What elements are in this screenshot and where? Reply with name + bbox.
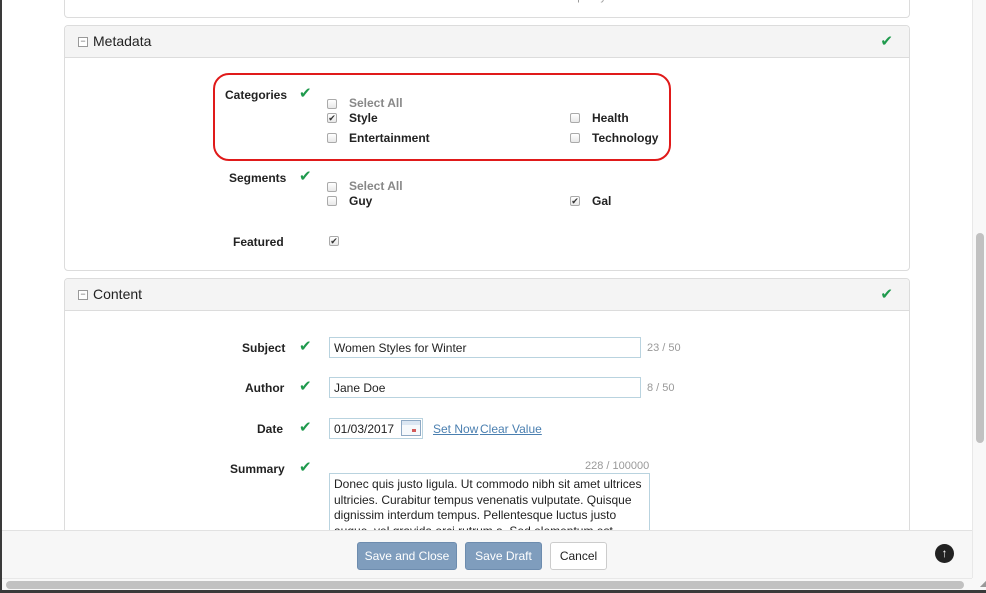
category-entertainment-checkbox[interactable] — [327, 133, 337, 143]
summary-textarea[interactable]: Donec quis justo ligula. Ut commodo nibh… — [329, 473, 650, 530]
categories-select-all-label[interactable]: Select All — [349, 96, 403, 110]
left-rail-note: Default left rail is inherited from Sect… — [329, 0, 745, 3]
valid-check-icon: ✔ — [880, 286, 893, 303]
collapse-icon[interactable]: − — [78, 290, 88, 300]
metadata-title: Metadata — [93, 33, 152, 49]
segment-gal-label[interactable]: Gal — [592, 194, 611, 208]
horizontal-scrollbar-thumb[interactable] — [6, 581, 964, 589]
form-footer: Save and Close Save Draft Cancel ↑ — [2, 530, 972, 578]
form-scroll-area: Default left rail is inherited from Sect… — [2, 0, 972, 530]
content-panel-header[interactable]: − Content ✔ — [65, 279, 909, 311]
segments-select-all-checkbox[interactable] — [327, 182, 337, 192]
featured-checkbox[interactable]: ✔ — [329, 236, 339, 246]
segments-select-all-label[interactable]: Select All — [349, 179, 403, 193]
category-technology-checkbox[interactable] — [570, 133, 580, 143]
save-draft-button[interactable]: Save Draft — [465, 542, 542, 570]
metadata-panel-header[interactable]: − Metadata ✔ — [65, 26, 909, 58]
collapse-icon[interactable]: − — [78, 37, 88, 47]
summary-valid-check-icon: ✔ — [299, 459, 312, 476]
calendar-icon[interactable] — [401, 420, 421, 436]
resize-grip-icon[interactable]: ◢ — [972, 578, 986, 590]
categories-valid-check-icon: ✔ — [299, 85, 312, 102]
clear-value-link[interactable]: Clear Value — [480, 422, 542, 436]
vertical-scrollbar-thumb[interactable] — [976, 233, 984, 443]
set-now-link[interactable]: Set Now — [433, 422, 478, 436]
date-label: Date — [257, 422, 284, 436]
categories-select-all-checkbox[interactable] — [327, 99, 337, 109]
featured-label: Featured — [233, 235, 284, 249]
segments-valid-check-icon: ✔ — [299, 168, 312, 185]
category-health-label[interactable]: Health — [592, 111, 629, 125]
author-valid-check-icon: ✔ — [299, 378, 312, 395]
segment-guy-label[interactable]: Guy — [349, 194, 372, 208]
segments-label: Segments — [229, 171, 287, 185]
content-title: Content — [93, 286, 143, 302]
subject-input[interactable] — [329, 337, 641, 358]
categories-label: Categories — [225, 88, 288, 102]
segment-gal-checkbox[interactable]: ✔ — [570, 196, 580, 206]
metadata-panel: − Metadata ✔ Categories ✔ Select All ✔ S… — [64, 25, 910, 271]
author-input[interactable] — [329, 377, 641, 398]
summary-counter: 228 / 100000 — [585, 460, 650, 472]
category-health-checkbox[interactable] — [570, 113, 580, 123]
subject-counter: 23 / 50 — [647, 342, 681, 354]
summary-label: Summary — [230, 462, 285, 476]
save-and-close-button[interactable]: Save and Close — [357, 542, 457, 570]
author-counter: 8 / 50 — [647, 382, 675, 394]
subject-valid-check-icon: ✔ — [299, 338, 312, 355]
vertical-scrollbar[interactable] — [972, 0, 986, 578]
editor-window: Default left rail is inherited from Sect… — [2, 0, 986, 590]
scroll-to-top-icon[interactable]: ↑ — [935, 544, 954, 563]
category-entertainment-label[interactable]: Entertainment — [349, 131, 430, 145]
date-valid-check-icon: ✔ — [299, 419, 312, 436]
category-style-label[interactable]: Style — [349, 111, 378, 125]
category-technology-label[interactable]: Technology — [592, 131, 658, 145]
content-panel: − Content ✔ Subject ✔ 23 / 50 Author ✔ 8… — [64, 278, 910, 530]
valid-check-icon: ✔ — [880, 33, 893, 50]
horizontal-scrollbar[interactable] — [2, 578, 972, 590]
category-style-checkbox[interactable]: ✔ — [327, 113, 337, 123]
segment-guy-checkbox[interactable] — [327, 196, 337, 206]
author-label: Author — [245, 381, 285, 395]
subject-label: Subject — [242, 341, 286, 355]
left-rail-panel: Default left rail is inherited from Sect… — [64, 0, 910, 18]
cancel-button[interactable]: Cancel — [550, 542, 607, 570]
